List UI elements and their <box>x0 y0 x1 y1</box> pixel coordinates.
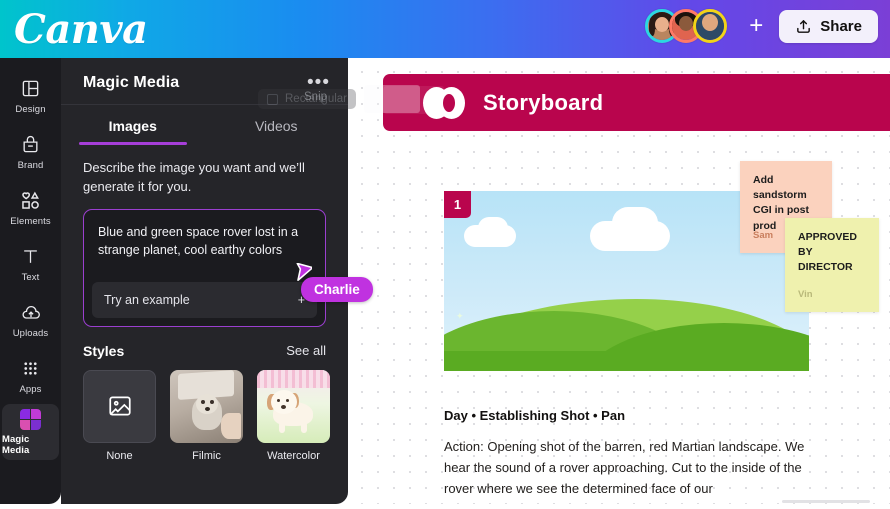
text-icon <box>21 246 40 268</box>
cloud-icon <box>612 207 658 239</box>
sparkle-icon: ✦ <box>456 311 464 321</box>
style-label: None <box>106 449 133 462</box>
style-option-watercolor[interactable]: Watercolor <box>257 369 330 462</box>
tab-videos[interactable]: Videos <box>205 105 349 145</box>
canva-logo[interactable]: Canva <box>14 6 148 53</box>
sidebar-item-text[interactable]: Text <box>0 236 61 292</box>
sidebar-item-brand[interactable]: Brand <box>0 124 61 180</box>
tab-images[interactable]: Images <box>61 105 205 145</box>
canvas-scrollbar[interactable] <box>782 500 870 503</box>
canva-editor-window: Canva + Share Design Brand Elements Text… <box>0 0 890 509</box>
elements-icon <box>20 190 41 212</box>
prompt-input-box[interactable]: Blue and green space rover lost in a str… <box>83 208 326 327</box>
design-icon <box>21 78 40 100</box>
sticky-note[interactable]: APPROVED BY DIRECTOR Vin <box>785 218 879 312</box>
panel-body: Describe the image you want and we’ll ge… <box>61 145 348 462</box>
left-tool-rail: Design Brand Elements Text Uploads Apps … <box>0 58 61 504</box>
panel-more-options-button[interactable]: ••• <box>307 73 330 92</box>
uploads-icon <box>21 302 41 324</box>
storyboard-title: Storyboard <box>483 89 604 115</box>
style-option-none[interactable]: None <box>83 369 156 462</box>
cloud-icon <box>478 217 508 239</box>
window-bottom-edge <box>0 504 890 509</box>
sidebar-item-elements[interactable]: Elements <box>0 180 61 236</box>
style-label: Watercolor <box>267 449 320 462</box>
hill-base <box>444 351 809 371</box>
frame-number-badge: 1 <box>444 191 471 218</box>
try-an-example-label: Try an example <box>104 292 190 307</box>
sticky-note-author: Vin <box>798 289 813 301</box>
share-button-label: Share <box>820 17 862 35</box>
scene-caption-body: Action: Opening shot of the barren, red … <box>444 439 805 497</box>
see-all-styles-link[interactable]: See all <box>286 343 326 358</box>
sidebar-item-label: Apps <box>19 383 42 395</box>
sidebar-item-design[interactable]: Design <box>0 68 61 124</box>
panel-tabs: Images Videos <box>61 104 348 145</box>
sticky-note-author: Sam <box>753 230 774 242</box>
sticky-note-text: APPROVED BY DIRECTOR <box>798 231 857 274</box>
sidebar-item-label: Text <box>21 271 40 283</box>
sidebar-item-apps[interactable]: Apps <box>0 348 61 404</box>
sidebar-item-label: Brand <box>17 159 44 171</box>
collaborator-avatars <box>645 9 728 43</box>
add-collaborator-button[interactable]: + <box>743 13 769 39</box>
collaborator-name-label: Charlie <box>301 277 373 302</box>
sidebar-item-label: Design <box>15 103 46 115</box>
topbar-right-cluster: + Share <box>645 9 878 43</box>
styles-header: Styles See all <box>83 343 326 359</box>
styles-title: Styles <box>83 342 125 359</box>
snip-label: Snip <box>304 91 328 103</box>
watercolor-puppy-illustration <box>257 369 330 443</box>
design-canvas[interactable]: Storyboard ✦ 1 Add sandstorm CGI in post… <box>348 58 890 509</box>
placeholder-image-icon <box>83 369 156 443</box>
dog-in-car-photo <box>170 369 243 443</box>
prompt-input[interactable]: Blue and green space rover lost in a str… <box>84 210 325 282</box>
try-an-example-button[interactable]: Try an example + <box>92 281 317 318</box>
panel-title: Magic Media <box>83 74 180 91</box>
scene-caption-heading: Day • Establishing Shot • Pan <box>444 408 626 423</box>
brand-icon <box>21 134 40 156</box>
style-label: Filmic <box>192 449 221 462</box>
sidebar-item-label: Magic Media <box>2 434 30 456</box>
two-overlapping-circles-logo <box>423 86 465 119</box>
share-button[interactable]: Share <box>779 9 878 43</box>
sidebar-item-label: Uploads <box>12 327 49 339</box>
sidebar-item-label: Elements <box>10 215 51 227</box>
storyboard-banner[interactable]: Storyboard <box>383 74 890 131</box>
sidebar-item-uploads[interactable]: Uploads <box>0 292 61 348</box>
sidebar-item-magic-media[interactable]: Magic Media <box>2 404 59 460</box>
describe-instruction-text: Describe the image you want and we’ll ge… <box>83 160 305 194</box>
styles-grid: None Filmic Watercolor <box>83 369 330 462</box>
avatar[interactable] <box>693 9 728 43</box>
style-option-filmic[interactable]: Filmic <box>170 369 243 462</box>
top-bar: Canva + Share <box>0 0 890 58</box>
apps-icon <box>21 358 40 380</box>
magic-media-icon <box>20 408 41 430</box>
share-upload-icon <box>795 18 812 35</box>
